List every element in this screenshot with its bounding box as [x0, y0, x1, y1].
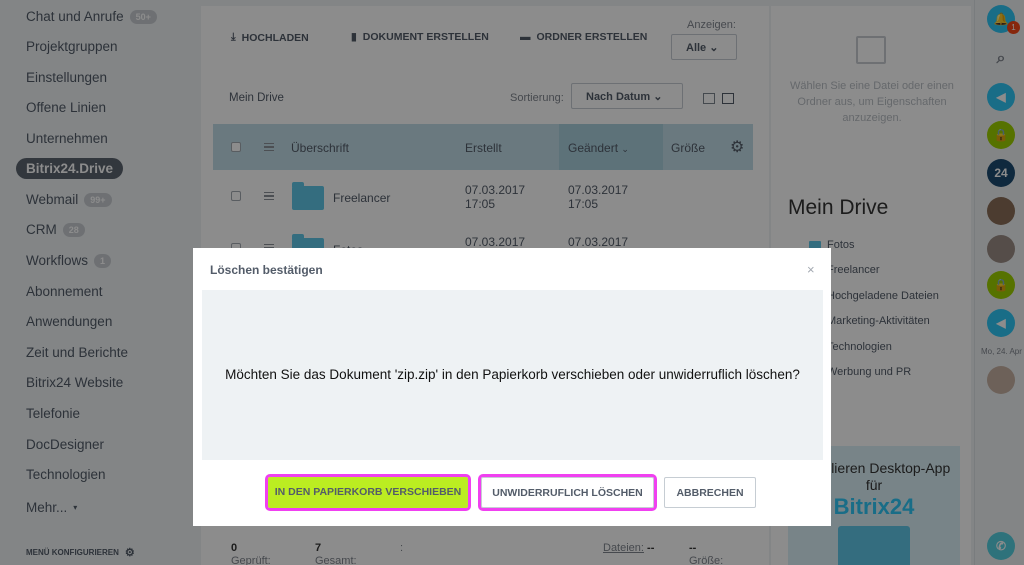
delete-permanently-button[interactable]: UNWIDERRUFLICH LÖSCHEN: [478, 474, 657, 511]
dialog-title: Löschen bestätigen: [210, 263, 323, 277]
delete-confirm-dialog: Löschen bestätigen × Möchten Sie das Dok…: [193, 248, 831, 526]
dialog-body: Möchten Sie das Dokument 'zip.zip' in de…: [202, 290, 823, 460]
dialog-message: Möchten Sie das Dokument 'zip.zip' in de…: [225, 367, 800, 382]
close-icon[interactable]: ×: [807, 262, 815, 277]
cancel-button[interactable]: ABBRECHEN: [664, 477, 756, 508]
move-to-trash-button[interactable]: IN DEN PAPIERKORB VERSCHIEBEN: [265, 474, 471, 511]
